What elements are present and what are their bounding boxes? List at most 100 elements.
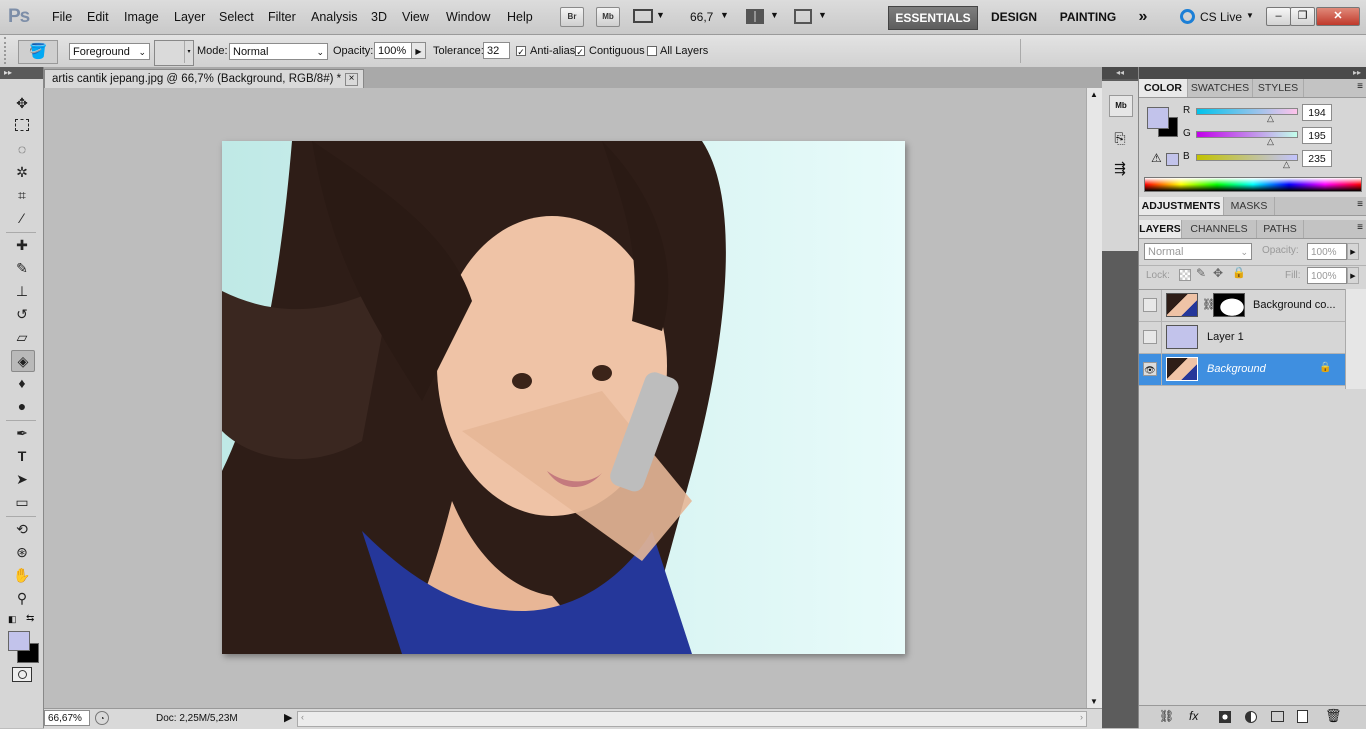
healing-brush-tool-icon[interactable]: ✚	[11, 235, 33, 255]
document-canvas[interactable]	[222, 141, 905, 654]
screen-mode-chevron-icon[interactable]: ▼	[818, 10, 827, 20]
cs-live-icon[interactable]	[1180, 9, 1195, 24]
lock-position-icon[interactable]: ✥	[1213, 266, 1223, 280]
dock-collapse-icon[interactable]: ◂◂	[1102, 67, 1138, 79]
move-tool-icon[interactable]: ✥	[11, 93, 33, 113]
chevron-down-icon[interactable]: ▼	[656, 10, 665, 20]
menu-edit[interactable]: Edit	[87, 10, 109, 24]
lasso-tool-icon[interactable]: ◌	[11, 139, 33, 159]
menu-analysis[interactable]: Analysis	[311, 10, 358, 24]
quick-mask-icon[interactable]	[12, 667, 32, 682]
default-colors-icon[interactable]: ◧	[8, 614, 17, 625]
layers-panel-menu-icon[interactable]: ≡	[1357, 222, 1363, 233]
document-tab[interactable]: artis cantik jepang.jpg @ 66,7% (Backgro…	[44, 69, 364, 88]
channel-g-input[interactable]: 195	[1302, 127, 1332, 144]
tab-paths[interactable]: PATHS	[1257, 220, 1304, 238]
gamut-swatch[interactable]	[1166, 153, 1179, 166]
menu-image[interactable]: Image	[124, 10, 159, 24]
scroll-down-icon[interactable]: ▼	[1090, 697, 1098, 706]
status-zoom-input[interactable]: 66,67%	[44, 710, 90, 726]
paint-bucket-preset-icon[interactable]: 🪣	[18, 40, 58, 64]
clone-stamp-tool-icon[interactable]: ⊥	[11, 281, 33, 301]
minimize-button[interactable]: –	[1266, 7, 1291, 26]
menu-help[interactable]: Help	[507, 10, 533, 24]
menu-file[interactable]: File	[52, 10, 72, 24]
antialias-checkbox[interactable]: ✓	[516, 46, 526, 57]
zoom-level[interactable]: 66,7	[690, 10, 713, 24]
marquee-tool-icon[interactable]	[11, 116, 33, 136]
link-layers-icon[interactable]: ⛓	[1159, 709, 1174, 723]
swap-colors-icon[interactable]: ⇆	[26, 613, 34, 624]
blend-mode-select[interactable]: Normal ⌄	[1144, 243, 1252, 260]
tab-channels[interactable]: CHANNELS	[1182, 220, 1257, 238]
eyedropper-tool-icon[interactable]: ⁄	[11, 208, 33, 228]
layer-visibility-toggle[interactable]	[1143, 298, 1157, 312]
arrange-chevron-icon[interactable]: ▼	[770, 10, 779, 20]
channel-r-slider[interactable]	[1196, 108, 1298, 115]
color-foreground-swatch[interactable]	[1147, 107, 1169, 129]
new-group-icon[interactable]	[1271, 711, 1284, 722]
lock-all-icon[interactable]: 🔒	[1232, 266, 1246, 279]
mini-bridge-panel-icon[interactable]: Mb	[1109, 95, 1133, 117]
fill-slider-button[interactable]: ▶	[1347, 267, 1359, 284]
rectangle-tool-icon[interactable]: ▭	[11, 492, 33, 512]
new-layer-icon[interactable]	[1297, 710, 1308, 723]
layer-row-layer-1[interactable]: Layer 1	[1139, 322, 1345, 354]
close-document-icon[interactable]: ×	[345, 73, 358, 86]
status-info-icon[interactable]: ◔	[95, 711, 109, 725]
view-extras-icon[interactable]	[633, 9, 653, 23]
hand-tool-icon[interactable]: ✋	[11, 565, 33, 585]
channel-g-thumb[interactable]: △	[1267, 136, 1274, 147]
eye-icon[interactable]: 👁	[1143, 362, 1157, 376]
scroll-left-icon[interactable]: ‹	[301, 712, 304, 722]
mini-bridge-button[interactable]: Mb	[596, 7, 620, 27]
lock-image-icon[interactable]: ✎	[1196, 266, 1206, 280]
fill-source-select[interactable]: Foreground ⌄	[69, 43, 150, 60]
tab-swatches[interactable]: SWATCHES	[1188, 79, 1253, 97]
layer-visibility-toggle[interactable]	[1143, 330, 1157, 344]
foreground-color-swatch[interactable]	[8, 631, 30, 651]
scroll-right-icon[interactable]: ›	[1080, 712, 1083, 722]
quick-selection-tool-icon[interactable]: ✲	[11, 162, 33, 182]
actions-panel-icon[interactable]: ⇶	[1109, 157, 1131, 179]
layers-scrollbar[interactable]	[1345, 289, 1366, 389]
channel-b-input[interactable]: 235	[1302, 150, 1332, 167]
layer-style-icon[interactable]: fx	[1189, 709, 1198, 723]
menu-layer[interactable]: Layer	[174, 10, 205, 24]
crop-tool-icon[interactable]: ⌗	[11, 185, 33, 205]
menu-filter[interactable]: Filter	[268, 10, 296, 24]
channel-r-input[interactable]: 194	[1302, 104, 1332, 121]
layer-opacity-input[interactable]: 100%	[1307, 243, 1347, 260]
eraser-tool-icon[interactable]: ▱	[11, 327, 33, 347]
type-tool-icon[interactable]: T	[11, 446, 33, 466]
maximize-button[interactable]: ❐	[1290, 7, 1315, 26]
gamut-warning-icon[interactable]: ⚠	[1151, 151, 1162, 165]
workspace-design[interactable]: DESIGN	[986, 6, 1042, 28]
opacity-input[interactable]: 100%	[374, 42, 412, 59]
scroll-up-icon[interactable]: ▲	[1090, 90, 1098, 99]
channel-r-thumb[interactable]: △	[1267, 113, 1274, 124]
paint-bucket-tool-icon[interactable]: ◈	[11, 350, 35, 372]
close-button[interactable]: ✕	[1316, 7, 1360, 26]
menu-3d[interactable]: 3D	[371, 10, 387, 24]
lock-transparent-icon[interactable]	[1179, 269, 1191, 281]
dodge-tool-icon[interactable]: ●	[11, 396, 33, 416]
fill-input[interactable]: 100%	[1307, 267, 1347, 284]
channel-b-thumb[interactable]: △	[1283, 159, 1290, 170]
bridge-button[interactable]: Br	[560, 7, 584, 27]
pattern-picker[interactable]: ▾	[154, 40, 194, 66]
horizontal-scrollbar[interactable]: ‹ ›	[297, 711, 1087, 727]
3d-rotate-tool-icon[interactable]: ⟲	[11, 519, 33, 539]
cs-live-chevron-icon[interactable]: ▼	[1246, 11, 1254, 20]
delete-layer-icon[interactable]: 🗑	[1325, 708, 1342, 724]
tab-adjustments[interactable]: ADJUSTMENTS	[1139, 197, 1224, 215]
cs-live-menu[interactable]: CS Live	[1200, 10, 1242, 24]
menu-window[interactable]: Window	[446, 10, 490, 24]
workspace-essentials[interactable]: ESSENTIALS	[888, 6, 978, 30]
opacity-slider-button[interactable]: ▶	[411, 42, 426, 59]
all-layers-checkbox[interactable]	[647, 46, 657, 56]
zoom-tool-icon[interactable]: ⚲	[11, 588, 33, 608]
vertical-scrollbar[interactable]: ▲ ▼	[1086, 88, 1103, 708]
more-workspaces-icon[interactable]: »	[1133, 6, 1153, 28]
tab-masks[interactable]: MASKS	[1224, 197, 1275, 215]
